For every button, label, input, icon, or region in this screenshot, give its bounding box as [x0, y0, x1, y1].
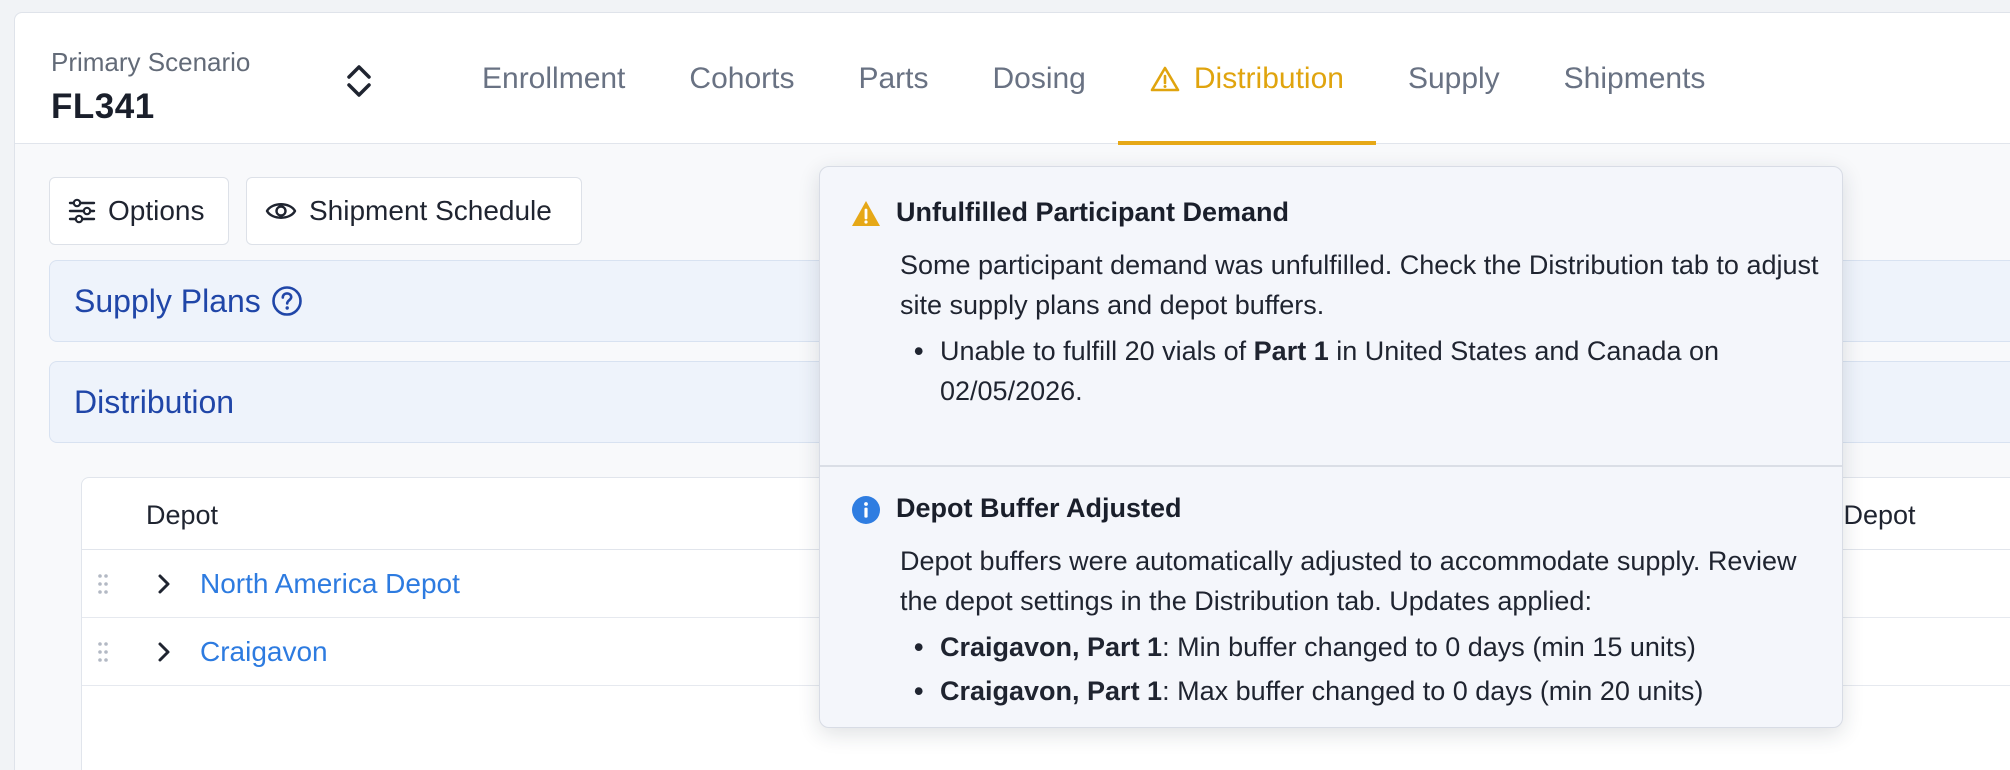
tab-parts[interactable]: Parts: [826, 13, 960, 144]
detail-part: Craigavon, Part 1: [940, 632, 1163, 662]
scenario-label: Primary Scenario: [51, 47, 251, 77]
tab-label: Distribution: [1193, 61, 1344, 95]
alerts-popover: Unfulfilled Participant Demand Some part…: [819, 166, 1843, 728]
list-item: Craigavon, Part 1: Max buffer changed to…: [914, 669, 1814, 713]
chevron-right-icon[interactable]: [150, 570, 178, 598]
warning-icon: [1150, 66, 1180, 91]
tab-supply[interactable]: Supply: [1376, 13, 1532, 144]
sliders-icon: [68, 198, 96, 224]
tab-cohorts[interactable]: Cohorts: [657, 13, 826, 144]
detail-text: Unable to fulfill 20 vials of: [940, 336, 1254, 366]
help-icon[interactable]: [271, 285, 303, 317]
section-title: Distribution: [74, 383, 235, 420]
divider: [820, 465, 1842, 467]
depot-link[interactable]: Craigavon: [200, 636, 328, 668]
tab-label: Supply: [1407, 61, 1500, 95]
detail-text: : Min buffer changed to 0 days (min 15 u…: [1162, 632, 1696, 662]
chevron-right-icon[interactable]: [150, 638, 178, 666]
tab-enrollment[interactable]: Enrollment: [450, 13, 657, 144]
eye-icon: [265, 203, 297, 219]
detail-part: Craigavon, Part 1: [940, 676, 1163, 706]
tab-label: Shipments: [1563, 61, 1706, 95]
tab-label: Enrollment: [482, 61, 626, 95]
detail-text: : Max buffer changed to 0 days (min 20 u…: [1162, 676, 1704, 706]
shipment-schedule-label: Shipment Schedule: [309, 195, 552, 226]
alert-details: Craigavon, Part 1: Min buffer changed to…: [914, 625, 1814, 713]
scenario-switcher-icon[interactable]: [341, 59, 377, 103]
drag-handle-icon[interactable]: [96, 572, 110, 596]
tab-distribution[interactable]: Distribution: [1117, 13, 1376, 145]
tab-dosing[interactable]: Dosing: [960, 13, 1117, 144]
options-button[interactable]: Options: [49, 177, 229, 245]
detail-part: Part 1: [1253, 336, 1329, 366]
tab-bar: Enrollment Cohorts Parts Dosing Distribu…: [450, 13, 1738, 145]
column-header-depot: Depot: [146, 500, 219, 530]
drag-handle-icon[interactable]: [96, 640, 110, 664]
tab-label: Parts: [858, 61, 929, 95]
depot-link[interactable]: North America Depot: [200, 568, 460, 600]
scenario-name: FL341: [51, 87, 155, 126]
options-label: Options: [108, 195, 205, 226]
alert-title: Unfulfilled Participant Demand: [896, 197, 1290, 227]
warning-icon: [852, 201, 880, 226]
alert-details: Unable to fulfill 20 vials of Part 1 in …: [914, 331, 1814, 411]
list-item: Craigavon, Part 1: Min buffer changed to…: [914, 625, 1814, 669]
alert-message: Depot buffers were automatically adjuste…: [900, 546, 1797, 616]
tab-label: Cohorts: [689, 61, 795, 95]
header: Primary Scenario FL341 Enrollment Cohort…: [15, 13, 2010, 145]
list-item: Unable to fulfill 20 vials of Part 1 in …: [914, 331, 1814, 411]
tab-shipments[interactable]: Shipments: [1532, 13, 1738, 144]
tab-label: Dosing: [992, 61, 1086, 95]
info-icon: [852, 496, 880, 524]
alert-title: Depot Buffer Adjusted: [896, 493, 1182, 523]
app-frame: Primary Scenario FL341 Enrollment Cohort…: [14, 12, 2010, 770]
section-title: Supply Plans: [74, 282, 261, 319]
alert-message: Some participant demand was unfulfilled.…: [900, 250, 1819, 320]
shipment-schedule-button[interactable]: Shipment Schedule: [246, 177, 582, 245]
